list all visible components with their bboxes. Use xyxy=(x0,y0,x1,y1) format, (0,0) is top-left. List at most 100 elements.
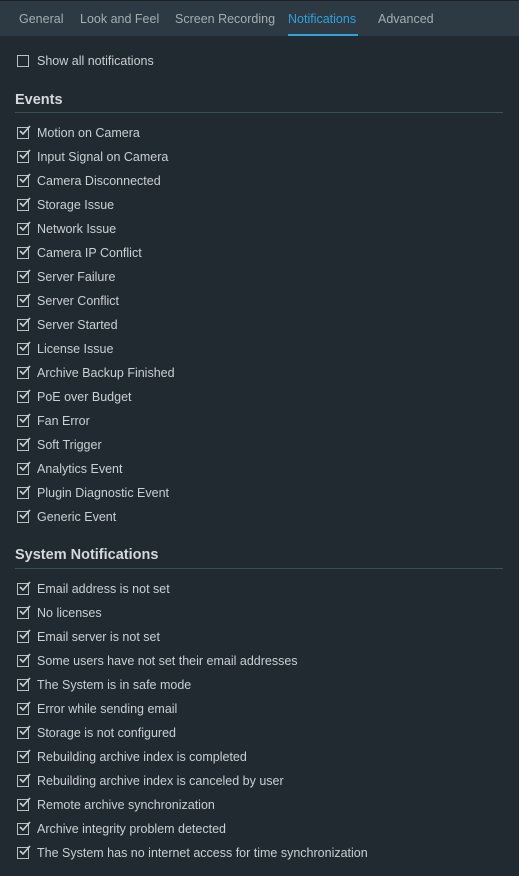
notification-checkbox[interactable]: Storage is not configured xyxy=(17,724,176,742)
checkbox-checked-icon xyxy=(17,197,31,211)
events-heading: Events xyxy=(15,92,63,108)
checkbox-checked-icon xyxy=(17,149,31,163)
divider xyxy=(15,568,503,569)
show-all-notifications-checkbox[interactable]: Show all notifications xyxy=(17,52,154,70)
checkbox-label: PoE over Budget xyxy=(37,390,132,404)
checkbox-checked-icon xyxy=(17,341,31,355)
checkbox-label: Plugin Diagnostic Event xyxy=(37,486,170,500)
active-tab-indicator xyxy=(288,34,358,36)
checkbox-checked-icon xyxy=(17,821,31,835)
checkbox-label: Some users have not set their email addr… xyxy=(37,654,298,668)
notification-checkbox[interactable]: Motion on Camera xyxy=(17,124,140,142)
checkbox-checked-icon xyxy=(17,485,31,499)
checkbox-checked-icon xyxy=(17,845,31,859)
notification-checkbox[interactable]: Server Failure xyxy=(17,268,116,286)
notification-checkbox[interactable]: No licenses xyxy=(17,604,102,622)
tab-general[interactable]: General xyxy=(19,12,63,26)
checkbox-checked-icon xyxy=(17,773,31,787)
notification-checkbox[interactable]: PoE over Budget xyxy=(17,388,132,406)
tab-look-and-feel[interactable]: Look and Feel xyxy=(80,12,159,26)
tab-screen-recording[interactable]: Screen Recording xyxy=(175,12,275,26)
notification-checkbox[interactable]: Fan Error xyxy=(17,412,90,430)
checkbox-checked-icon xyxy=(17,461,31,475)
notification-checkbox[interactable]: Plugin Diagnostic Event xyxy=(17,484,169,502)
checkbox-label: Rebuilding archive index is completed xyxy=(37,750,247,764)
notification-checkbox[interactable]: Archive integrity problem detected xyxy=(17,820,226,838)
checkbox-label: License Issue xyxy=(37,342,114,356)
checkbox-checked-icon xyxy=(17,701,31,715)
checkbox-checked-icon xyxy=(17,269,31,283)
checkbox-label: Camera IP Conflict xyxy=(37,246,142,260)
notification-checkbox[interactable]: Rebuilding archive index is canceled by … xyxy=(17,772,284,790)
checkbox-label: Storage Issue xyxy=(37,198,115,212)
checkbox-label: Network Issue xyxy=(37,222,117,236)
notification-checkbox[interactable]: Camera IP Conflict xyxy=(17,244,142,262)
tab-advanced[interactable]: Advanced xyxy=(378,12,434,26)
checkbox-checked-icon xyxy=(17,749,31,763)
checkbox-label: Camera Disconnected xyxy=(37,174,161,188)
checkbox-checked-icon xyxy=(17,317,31,331)
checkbox-unchecked-icon xyxy=(17,55,29,67)
checkbox-checked-icon xyxy=(17,173,31,187)
notification-checkbox[interactable]: Generic Event xyxy=(17,508,116,526)
checkbox-checked-icon xyxy=(17,725,31,739)
notification-checkbox[interactable]: Error while sending email xyxy=(17,700,177,718)
checkbox-checked-icon xyxy=(17,509,31,523)
notification-checkbox[interactable]: Soft Trigger xyxy=(17,436,102,454)
checkbox-label: Archive integrity problem detected xyxy=(37,822,226,836)
notification-checkbox[interactable]: The System is in safe mode xyxy=(17,676,191,694)
checkbox-label: Error while sending email xyxy=(37,702,178,716)
checkbox-label: Show all notifications xyxy=(37,54,154,68)
checkbox-label: Email server is not set xyxy=(37,630,160,644)
notification-checkbox[interactable]: Input Signal on Camera xyxy=(17,148,168,166)
notification-checkbox[interactable]: The System has no internet access for ti… xyxy=(17,844,368,862)
checkbox-label: Input Signal on Camera xyxy=(37,150,169,164)
checkbox-label: Rebuilding archive index is canceled by … xyxy=(37,774,284,788)
system-notifications-heading: System Notifications xyxy=(15,547,159,563)
checkbox-label: Storage is not configured xyxy=(37,726,176,740)
checkbox-label: Email address is not set xyxy=(37,582,170,596)
checkbox-label: The System is in safe mode xyxy=(37,678,192,692)
checkbox-checked-icon xyxy=(17,629,31,643)
checkbox-checked-icon xyxy=(17,605,31,619)
notification-checkbox[interactable]: Email server is not set xyxy=(17,628,160,646)
notification-checkbox[interactable]: Email address is not set xyxy=(17,580,170,598)
notification-checkbox[interactable]: Server Started xyxy=(17,316,118,334)
checkbox-checked-icon xyxy=(17,797,31,811)
checkbox-label: Generic Event xyxy=(37,510,117,524)
checkbox-checked-icon xyxy=(17,125,31,139)
divider xyxy=(15,112,503,113)
checkbox-label: Remote archive synchronization xyxy=(37,798,215,812)
checkbox-checked-icon xyxy=(17,389,31,403)
checkbox-label: No licenses xyxy=(37,606,102,620)
checkbox-checked-icon xyxy=(17,245,31,259)
checkbox-label: Archive Backup Finished xyxy=(37,366,175,380)
checkbox-checked-icon xyxy=(17,437,31,451)
notification-checkbox[interactable]: License Issue xyxy=(17,340,113,358)
checkbox-label: Analytics Event xyxy=(37,462,123,476)
notification-checkbox[interactable]: Remote archive synchronization xyxy=(17,796,215,814)
notification-checkbox[interactable]: Storage Issue xyxy=(17,196,114,214)
checkbox-checked-icon xyxy=(17,677,31,691)
notification-checkbox[interactable]: Server Conflict xyxy=(17,292,119,310)
checkbox-label: The System has no internet access for ti… xyxy=(37,846,368,860)
checkbox-label: Server Failure xyxy=(37,270,116,284)
checkbox-label: Server Started xyxy=(37,318,118,332)
notification-checkbox[interactable]: Network Issue xyxy=(17,220,116,238)
checkbox-checked-icon xyxy=(17,365,31,379)
checkbox-label: Motion on Camera xyxy=(37,126,140,140)
notification-checkbox[interactable]: Analytics Event xyxy=(17,460,122,478)
notification-checkbox[interactable]: Some users have not set their email addr… xyxy=(17,652,298,670)
checkbox-label: Soft Trigger xyxy=(37,438,102,452)
notification-checkbox[interactable]: Rebuilding archive index is completed xyxy=(17,748,247,766)
checkbox-checked-icon xyxy=(17,653,31,667)
checkbox-label: Fan Error xyxy=(37,414,90,428)
checkbox-checked-icon xyxy=(17,293,31,307)
tab-notifications[interactable]: Notifications xyxy=(288,12,356,26)
checkbox-checked-icon xyxy=(17,581,31,595)
notification-checkbox[interactable]: Camera Disconnected xyxy=(17,172,161,190)
notification-checkbox[interactable]: Archive Backup Finished xyxy=(17,364,175,382)
tab-bar: General Look and Feel Screen Recording N… xyxy=(0,0,519,36)
checkbox-checked-icon xyxy=(17,413,31,427)
checkbox-checked-icon xyxy=(17,221,31,235)
